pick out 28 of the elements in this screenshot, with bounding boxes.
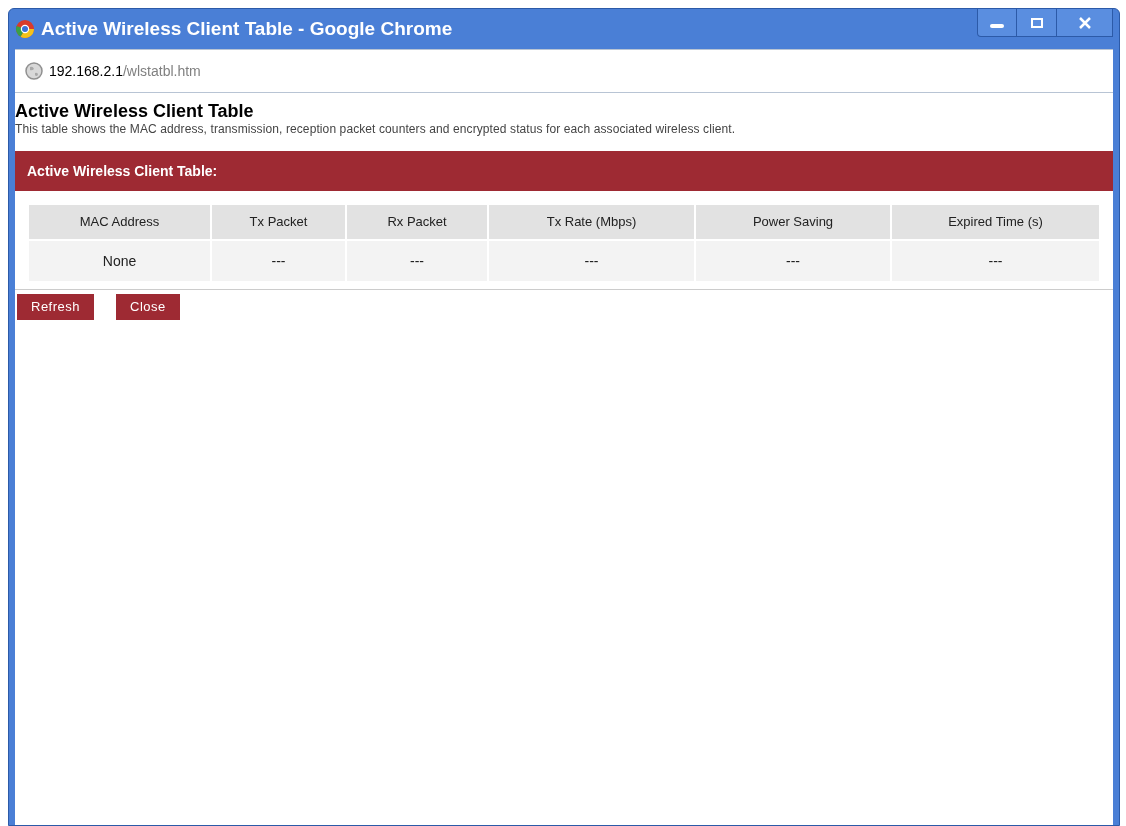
column-header: Tx Packet [212, 205, 345, 239]
panel-title: Active Wireless Client Table: [27, 161, 218, 181]
table-cell: --- [212, 241, 345, 281]
close-button[interactable] [1057, 9, 1113, 37]
maximize-icon [1030, 17, 1043, 28]
table-cell: --- [892, 241, 1099, 281]
table-cell: None [29, 241, 210, 281]
close-icon [1077, 16, 1092, 29]
maximize-button[interactable] [1017, 9, 1057, 37]
address-bar[interactable]: 192.168.2.1/wlstatbl.htm [15, 49, 1113, 93]
column-header: Rx Packet [347, 205, 487, 239]
column-header: Tx Rate (Mbps) [489, 205, 694, 239]
page-heading: Active Wireless Client Table [15, 101, 255, 121]
minimize-icon [990, 23, 1004, 28]
table-cell: --- [347, 241, 487, 281]
column-header: Expired Time (s) [892, 205, 1099, 239]
column-header: MAC Address [29, 205, 210, 239]
globe-icon [25, 62, 43, 80]
browser-logo-icon [15, 19, 35, 39]
page-description: This table shows the MAC address, transmission, reception packet counters and encrypted status for each associated wireless client. [15, 121, 737, 137]
column-header: Power Saving [696, 205, 890, 239]
minimize-button[interactable] [977, 9, 1017, 37]
url-text: 192.168.2.1/wlstatbl.htm [49, 61, 201, 81]
action-button[interactable]: Refresh [17, 294, 95, 320]
window-title: Active Wireless Client Table - Google Chrome [41, 16, 453, 41]
table-cell: --- [489, 241, 694, 281]
action-button[interactable]: Close [116, 294, 180, 320]
table-cell: --- [696, 241, 890, 281]
